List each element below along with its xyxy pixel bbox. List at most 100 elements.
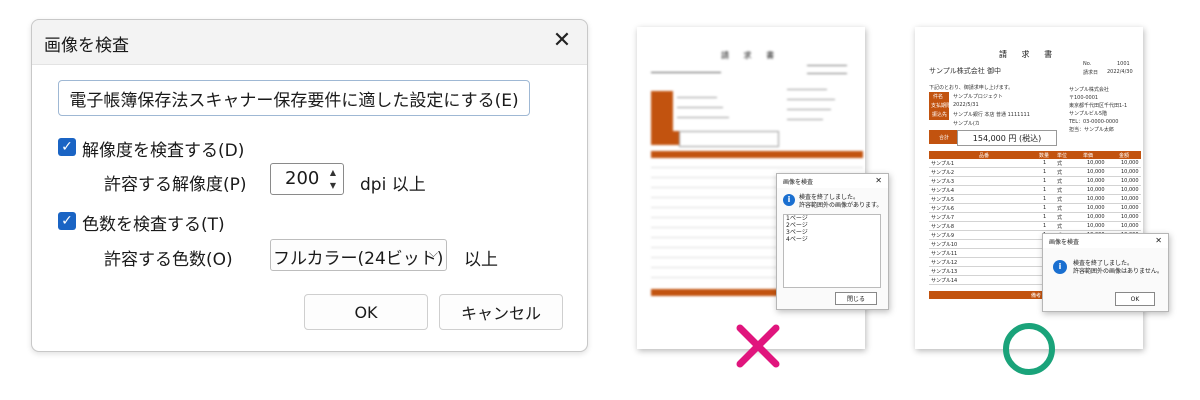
bank-label: 振込先 bbox=[932, 112, 948, 118]
close-icon[interactable]: ✕ bbox=[1155, 236, 1162, 245]
cell-amount: 10,000 bbox=[1121, 169, 1139, 175]
info-line bbox=[677, 117, 729, 118]
recipient-line bbox=[651, 72, 721, 73]
result-dialog-error: 画像を検査 ✕ i 検査を終了しました。 許容範囲外の画像があります。 1ページ… bbox=[776, 173, 889, 310]
subject-label: 件名 bbox=[933, 94, 944, 100]
circle-mark-icon bbox=[1003, 323, 1055, 375]
cell-unit: 式 bbox=[1057, 206, 1063, 212]
table-header-qty: 数量 bbox=[1039, 153, 1050, 159]
close-button[interactable]: 閉じる bbox=[835, 292, 877, 305]
mini-dialog-title: 画像を検査 bbox=[1049, 239, 1080, 246]
cell-unit: 式 bbox=[1057, 188, 1063, 194]
table-row: サンプル5 1 式 10,000 10,000 bbox=[929, 196, 1141, 204]
mini-dialog-title: 画像を検査 bbox=[783, 179, 814, 186]
spin-up-icon[interactable]: ▲ bbox=[325, 166, 341, 179]
table-header-amount: 金額 bbox=[1119, 153, 1130, 159]
cell-price: 10,000 bbox=[1087, 187, 1105, 193]
cell-amount: 10,000 bbox=[1121, 196, 1139, 202]
cell-price: 10,000 bbox=[1087, 178, 1105, 184]
date-label: 請求日 bbox=[1083, 70, 1099, 76]
amount-label-block bbox=[651, 131, 679, 145]
cell-item: サンプル6 bbox=[931, 206, 955, 212]
bank-value: サンプル銀行 本店 普通 1111111 bbox=[953, 112, 1030, 118]
color-checkbox[interactable]: ✓ bbox=[58, 212, 76, 230]
issuer-address: 東京都千代田区千代田1-1 bbox=[1069, 103, 1128, 109]
close-icon[interactable]: ✕ bbox=[549, 28, 575, 54]
info-line bbox=[677, 97, 717, 98]
date-line bbox=[807, 73, 847, 74]
cell-qty: 1 bbox=[1043, 214, 1047, 220]
inspect-image-dialog: 画像を検査 ✕ 電子帳簿保存法スキャナー保存要件に適した設定にする(E) ✓ 解… bbox=[31, 19, 588, 352]
dialog-title: 画像を検査 bbox=[44, 36, 129, 56]
issuer-zip: 〒100-0001 bbox=[1069, 95, 1099, 101]
cell-item: サンプル2 bbox=[931, 170, 955, 176]
resolution-checkbox[interactable]: ✓ bbox=[58, 138, 76, 156]
message-line-2: 許容範囲外の画像があります。 bbox=[799, 202, 883, 209]
dialog-titlebar: 画像を検査 ✕ bbox=[32, 20, 587, 64]
list-item[interactable]: 2ページ bbox=[784, 222, 880, 229]
cell-unit: 式 bbox=[1057, 179, 1063, 185]
cell-item: サンプル9 bbox=[931, 233, 955, 239]
recipient: サンプル株式会社 御中 bbox=[929, 67, 1002, 75]
cell-unit: 式 bbox=[1057, 197, 1063, 203]
no-label: No. bbox=[1083, 61, 1092, 67]
cell-unit: 式 bbox=[1057, 224, 1063, 230]
bank-holder: サンプル(カ bbox=[953, 121, 980, 127]
preset-settings-button[interactable]: 電子帳簿保存法スキャナー保存要件に適した設定にする(E) bbox=[58, 80, 530, 116]
cell-amount: 10,000 bbox=[1121, 205, 1139, 211]
table-header bbox=[651, 151, 863, 158]
cell-item: サンプル5 bbox=[931, 197, 955, 203]
cell-item: サンプル11 bbox=[931, 251, 958, 257]
table-row: サンプル6 1 式 10,000 10,000 bbox=[929, 205, 1141, 213]
cell-item: サンプル8 bbox=[931, 224, 955, 230]
issuer-line bbox=[787, 119, 823, 120]
issuer-name: サンプル株式会社 bbox=[1069, 87, 1109, 93]
cell-item: サンプル3 bbox=[931, 179, 955, 185]
cell-qty: 1 bbox=[1043, 196, 1047, 202]
doc-title: 請 求 書 bbox=[999, 50, 1059, 59]
cell-qty: 1 bbox=[1043, 160, 1047, 166]
cell-amount: 10,000 bbox=[1121, 187, 1139, 193]
cell-price: 10,000 bbox=[1087, 169, 1105, 175]
amount-box: 154,000 円 (税込) bbox=[957, 130, 1057, 146]
result-dialog-success: 画像を検査 ✕ i 検査を終了しました。 許容範囲外の画像はありません。 OK bbox=[1042, 233, 1169, 312]
amount-box bbox=[679, 131, 779, 147]
issuer-tel: TEL：03-0000-0000 bbox=[1069, 119, 1119, 125]
cell-qty: 1 bbox=[1043, 178, 1047, 184]
issuer-person: 担当：サンプル太郎 bbox=[1069, 127, 1114, 133]
label-block bbox=[651, 91, 673, 131]
cell-item: サンプル10 bbox=[931, 242, 958, 248]
ok-button[interactable]: OK bbox=[304, 294, 428, 330]
list-item[interactable]: 4ページ bbox=[784, 236, 880, 243]
cell-price: 10,000 bbox=[1087, 160, 1105, 166]
info-icon: i bbox=[783, 194, 795, 206]
cell-item: サンプル1 bbox=[931, 161, 955, 167]
no-value: 1001 bbox=[1117, 61, 1130, 67]
table-header-unit: 単位 bbox=[1057, 153, 1068, 159]
resolution-unit: dpi 以上 bbox=[360, 175, 426, 195]
cancel-button[interactable]: キャンセル bbox=[439, 294, 563, 330]
due-value: 2022/5/31 bbox=[953, 102, 979, 108]
cross-mark-icon bbox=[736, 324, 780, 368]
table-row: サンプル1 1 式 10,000 10,000 bbox=[929, 160, 1141, 168]
color-depth-select[interactable]: フルカラー(24ビット) ⌵ bbox=[270, 239, 447, 271]
cell-item: サンプル4 bbox=[931, 188, 955, 194]
close-icon[interactable]: ✕ bbox=[875, 176, 882, 185]
table-row: サンプル3 1 式 10,000 10,000 bbox=[929, 178, 1141, 186]
issuer-building: サンプルビル5階 bbox=[1069, 111, 1108, 117]
table-row bbox=[651, 167, 863, 168]
ok-button[interactable]: OK bbox=[1115, 292, 1155, 306]
chevron-down-icon: ⌵ bbox=[428, 246, 438, 260]
spin-down-icon[interactable]: ▼ bbox=[325, 179, 341, 192]
issuer-line bbox=[787, 99, 835, 100]
resolution-check-label: 解像度を検査する(D) bbox=[82, 141, 245, 161]
table-header bbox=[929, 151, 1141, 159]
page-list[interactable]: 1ページ 2ページ 3ページ 4ページ bbox=[783, 214, 881, 288]
resolution-spinner[interactable]: 200 ▲ ▼ bbox=[270, 163, 344, 195]
date-value: 2022/4/30 bbox=[1107, 69, 1133, 75]
due-label: 支払期限 bbox=[931, 103, 952, 109]
list-item[interactable]: 1ページ bbox=[784, 215, 880, 222]
list-item[interactable]: 3ページ bbox=[784, 229, 880, 236]
resolution-value[interactable]: 200 bbox=[285, 168, 319, 189]
table-row: サンプル8 1 式 10,000 10,000 bbox=[929, 223, 1141, 231]
